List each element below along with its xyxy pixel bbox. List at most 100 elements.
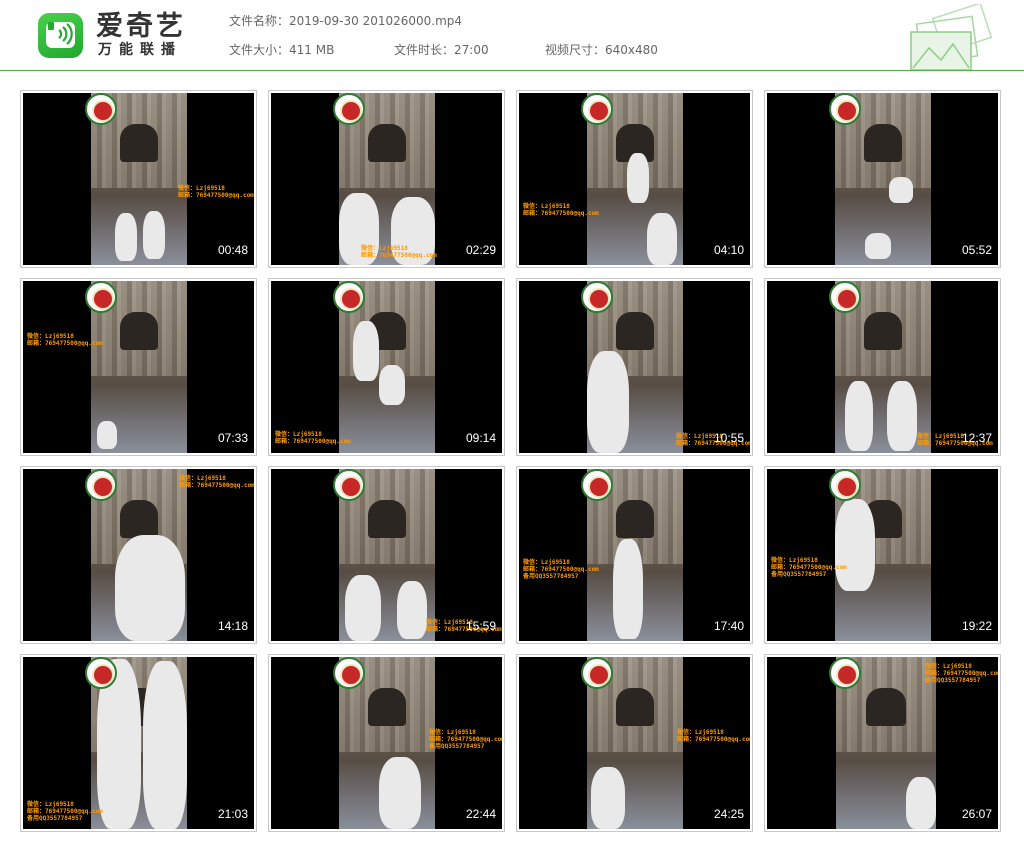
- person-figure: [119, 499, 159, 538]
- video-thumbnail[interactable]: 微信：Lzj69518 邮箱：769477500@qq.com 备用QQ3557…: [764, 654, 1001, 832]
- video-thumbnail[interactable]: 微信：Lzj69518 邮箱：769477500@qq.com 00:48: [20, 90, 257, 268]
- video-thumbnail[interactable]: 微信：Lzj69518 邮箱：769477500@qq.com 备用QQ3557…: [764, 466, 1001, 644]
- person-figure: [119, 311, 159, 350]
- thumbnail-frame: 微信：Lzj69518 邮箱：769477500@qq.com 02:29: [271, 93, 502, 265]
- video-thumbnail[interactable]: 微信：Lzj69518 邮箱：769477500@qq.com 24:25: [516, 654, 753, 832]
- timestamp-label: 12:37: [961, 431, 992, 445]
- contact-watermark: 微信：Lzj69518 邮箱：769477500@qq.com: [179, 475, 254, 489]
- channel-logo-icon: [333, 469, 365, 501]
- person-figure: [119, 123, 159, 162]
- iqiyi-logo-icon: [38, 13, 83, 58]
- thumbnail-frame: 微信：Lzj69518 邮箱：769477500@qq.com 15:59: [271, 469, 502, 641]
- thumbnail-frame: 微信：Lzj69518 邮箱：769477500@qq.com 12:37: [767, 281, 998, 453]
- channel-logo-icon: [829, 469, 861, 501]
- sock-shape: [97, 421, 117, 449]
- sock-shape: [889, 177, 913, 203]
- video-thumbnail[interactable]: 微信：Lzj69518 邮箱：769477500@qq.com 04:10: [516, 90, 753, 268]
- sock-shape: [906, 777, 936, 829]
- thumbnail-frame: 微信：Lzj69518 邮箱：769477500@qq.com 00:48: [23, 93, 254, 265]
- sock-shape: [397, 581, 427, 639]
- video-dimension-row: 视频尺寸：640x480: [545, 43, 658, 57]
- timestamp-label: 02:29: [465, 243, 496, 257]
- contact-watermark: 微信：Lzj69518 邮箱：769477500@qq.com: [27, 333, 103, 347]
- person-figure: [615, 499, 655, 538]
- channel-logo-icon: [333, 281, 365, 313]
- thumbnail-frame: 微信：Lzj69518 邮箱：769477500@qq.com 10:55: [519, 281, 750, 453]
- video-thumbnail[interactable]: 微信：Lzj69518 邮箱：769477500@qq.com 12:37: [764, 278, 1001, 456]
- thumbnail-frame: 微信：Lzj69518 邮箱：769477500@qq.com 09:14: [271, 281, 502, 453]
- brand-name: 爱奇艺: [96, 11, 186, 42]
- person-figure: [863, 311, 903, 350]
- video-thumbnail[interactable]: 微信：Lzj69518 邮箱：769477500@qq.com 02:29: [268, 90, 505, 268]
- sock-shape: [627, 153, 649, 203]
- timestamp-label: 07:33: [217, 431, 248, 445]
- timestamp-label: 04:10: [713, 243, 744, 257]
- timestamp-label: 05:52: [961, 243, 992, 257]
- contact-watermark: 微信：Lzj69518 邮箱：769477500@qq.com 备用QQ3557…: [523, 559, 599, 580]
- video-thumbnail[interactable]: 05:52: [764, 90, 1001, 268]
- channel-logo-icon: [85, 93, 117, 125]
- contact-watermark: 微信：Lzj69518 邮箱：769477500@qq.com: [178, 185, 254, 199]
- brand-slogan: 万能联播: [98, 42, 182, 58]
- video-thumbnail[interactable]: 微信：Lzj69518 邮箱：769477500@qq.com 09:14: [268, 278, 505, 456]
- sock-shape: [887, 381, 917, 451]
- channel-logo-icon: [581, 657, 613, 689]
- person-figure: [367, 499, 407, 538]
- file-duration-label: 文件时长：: [394, 43, 455, 57]
- channel-logo-icon: [829, 281, 861, 313]
- sock-shape: [845, 381, 873, 451]
- channel-logo-icon: [581, 93, 613, 125]
- channel-logo-icon: [85, 657, 117, 689]
- timestamp-label: 24:25: [713, 807, 744, 821]
- thumbnail-frame: 微信：Lzj69518 邮箱：769477500@qq.com 备用QQ3557…: [767, 657, 998, 829]
- video-dimension-value: 640x480: [605, 43, 658, 57]
- contact-watermark: 微信：Lzj69518 邮箱：769477500@qq.com 备用QQ3557…: [429, 729, 502, 750]
- thumbnail-frame: 微信：Lzj69518 邮箱：769477500@qq.com 备用QQ3557…: [519, 469, 750, 641]
- sock-shape: [143, 211, 165, 259]
- file-duration-value: 27:00: [454, 43, 489, 57]
- contact-watermark: 微信：Lzj69518 邮箱：769477500@qq.com: [275, 431, 351, 445]
- contact-watermark: 微信：Lzj69518 邮箱：769477500@qq.com: [677, 729, 750, 743]
- thumbnail-frame: 微信：Lzj69518 邮箱：769477500@qq.com 备用QQ3557…: [767, 469, 998, 641]
- file-name-label: 文件名称：: [229, 14, 290, 28]
- video-thumbnail[interactable]: 微信：Lzj69518 邮箱：769477500@qq.com 10:55: [516, 278, 753, 456]
- header: 爱奇艺 万能联播 文件名称：2019-09-30 201026000.mp4 文…: [0, 0, 1024, 71]
- sock-shape: [353, 321, 379, 381]
- contact-watermark: 微信：Lzj69518 邮箱：769477500@qq.com 备用QQ3557…: [771, 557, 847, 578]
- file-name-row: 文件名称：2019-09-30 201026000.mp4: [229, 14, 462, 28]
- contact-watermark: 微信：Lzj69518 邮箱：769477500@qq.com 备用QQ3557…: [925, 663, 998, 684]
- sock-shape: [115, 535, 185, 641]
- person-figure: [615, 311, 655, 350]
- sock-shape: [345, 575, 381, 641]
- timestamp-label: 26:07: [961, 807, 992, 821]
- video-thumbnail[interactable]: 微信：Lzj69518 邮箱：769477500@qq.com 备用QQ3557…: [516, 466, 753, 644]
- timestamp-label: 09:14: [465, 431, 496, 445]
- timestamp-label: 14:18: [217, 619, 248, 633]
- person-figure: [866, 687, 906, 726]
- sock-shape: [143, 661, 187, 829]
- file-size-row: 文件大小：411 MB: [229, 43, 334, 57]
- timestamp-label: 00:48: [217, 243, 248, 257]
- person-figure: [367, 123, 407, 162]
- video-thumbnail[interactable]: 微信：Lzj69518 邮箱：769477500@qq.com 14:18: [20, 466, 257, 644]
- channel-logo-icon: [829, 93, 861, 125]
- sock-shape: [865, 233, 891, 259]
- channel-logo-icon: [581, 281, 613, 313]
- video-thumbnail[interactable]: 微信：Lzj69518 邮箱：769477500@qq.com 15:59: [268, 466, 505, 644]
- sock-shape: [379, 365, 405, 405]
- file-size-label: 文件大小：: [229, 43, 290, 57]
- video-dimension-label: 视频尺寸：: [545, 43, 606, 57]
- person-figure: [863, 123, 903, 162]
- channel-logo-icon: [333, 657, 365, 689]
- sock-shape: [647, 213, 677, 265]
- timestamp-label: 19:22: [961, 619, 992, 633]
- timestamp-label: 10:55: [713, 431, 744, 445]
- thumbnail-frame: 微信：Lzj69518 邮箱：769477500@qq.com 14:18: [23, 469, 254, 641]
- sock-shape: [587, 351, 629, 453]
- sock-shape: [591, 767, 625, 829]
- video-thumbnail[interactable]: 微信：Lzj69518 邮箱：769477500@qq.com 备用QQ3557…: [268, 654, 505, 832]
- timestamp-label: 22:44: [465, 807, 496, 821]
- video-thumbnail[interactable]: 微信：Lzj69518 邮箱：769477500@qq.com 07:33: [20, 278, 257, 456]
- channel-logo-icon: [85, 281, 117, 313]
- video-thumbnail[interactable]: 微信：Lzj69518 邮箱：769477500@qq.com 备用QQ3557…: [20, 654, 257, 832]
